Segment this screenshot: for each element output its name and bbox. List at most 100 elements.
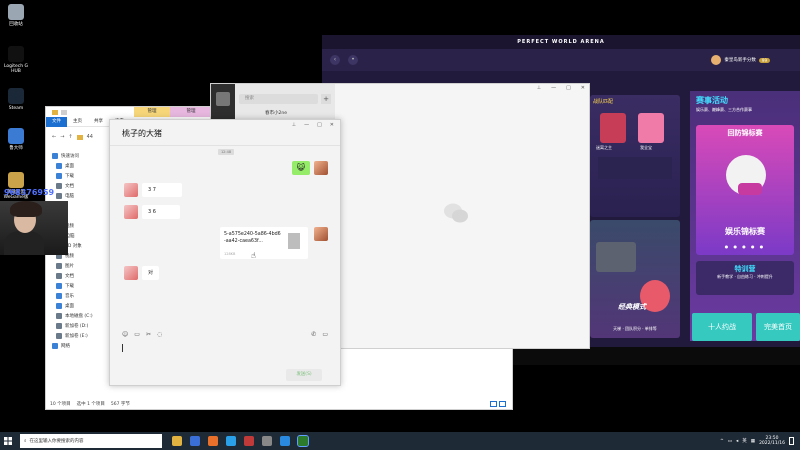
- status-size: 567 字节: [110, 402, 130, 407]
- close-icon[interactable]: ✕: [330, 122, 334, 128]
- ribbon-tab[interactable]: 主页: [67, 117, 88, 127]
- chat-window[interactable]: 桃子的大猪 ⊥ — □ ✕ 12:48 😺 3 7 3 6 5-a575e240…: [109, 119, 341, 386]
- desktop-icon[interactable]: Logitech G HUB: [2, 46, 30, 74]
- quick-access-icon[interactable]: [61, 109, 67, 115]
- taskbar-app-icon[interactable]: [244, 436, 254, 446]
- nav-item[interactable]: 网络: [46, 341, 110, 351]
- send-button[interactable]: 发送(S): [286, 369, 322, 381]
- view-toggle[interactable]: [490, 401, 506, 407]
- my-emoji-message[interactable]: 😺: [292, 161, 310, 175]
- up-icon[interactable]: ↑: [68, 134, 72, 140]
- add-button[interactable]: +: [321, 94, 331, 104]
- details-view-icon[interactable]: [490, 401, 497, 407]
- maximize-icon[interactable]: □: [566, 85, 571, 91]
- contact-avatar[interactable]: [124, 205, 138, 219]
- contact-avatar[interactable]: [124, 183, 138, 197]
- clock[interactable]: 23:50 2022/11/16: [759, 436, 785, 447]
- search-input[interactable]: 搜索: [239, 94, 318, 104]
- maximize-icon[interactable]: □: [317, 122, 322, 128]
- training-camp-card[interactable]: 特训营 新手教学 · 自由练习 · 冲刺提升: [696, 261, 794, 295]
- emoji-icon[interactable]: ☺: [122, 331, 128, 338]
- taskbar-app-icon[interactable]: [280, 436, 290, 446]
- minimize-icon[interactable]: —: [304, 122, 309, 128]
- minimize-icon[interactable]: —: [551, 85, 556, 91]
- folder-icon: [52, 109, 58, 115]
- perfect-home-button[interactable]: 完美首页: [756, 313, 800, 341]
- events-subtitle: 娱乐赛、巅峰赛、三方合作赛事: [696, 107, 752, 112]
- team-match-card[interactable]: 战队匹配 迷离之主 我全宝: [590, 95, 680, 217]
- nav-item[interactable]: 音乐: [46, 291, 110, 301]
- nav-item[interactable]: 下载: [46, 171, 110, 181]
- ribbon-tab[interactable]: 文件: [46, 116, 67, 127]
- taskbar-search[interactable]: ⌕ 在这里输入你要搜索的内容: [20, 434, 162, 448]
- classic-mode-card[interactable]: 经典模式 天梯 · 团队积分 · 单排等: [590, 220, 680, 338]
- taskbar-search-input[interactable]: 在这里输入你要搜索的内容: [30, 438, 84, 444]
- nav-item[interactable]: 文档: [46, 181, 110, 191]
- file-message[interactable]: 5-a575e240-5a86-4bd6-aa42-caea63f... 128…: [220, 227, 308, 259]
- tray-expand-icon[interactable]: ^: [720, 439, 724, 444]
- close-icon[interactable]: ✕: [581, 85, 585, 91]
- video-icon[interactable]: ▭: [322, 331, 328, 338]
- contact-avatar[interactable]: [124, 266, 138, 280]
- manage-tab-drive[interactable]: 管理: [134, 107, 170, 117]
- manage-tab-app[interactable]: 管理: [170, 107, 212, 117]
- folder-icon[interactable]: ▭: [134, 331, 140, 338]
- avatar[interactable]: [216, 92, 230, 106]
- nav-item[interactable]: 快速访问: [46, 151, 110, 161]
- my-avatar[interactable]: [314, 227, 328, 241]
- card-item-pink: [638, 113, 664, 143]
- volume-icon[interactable]: ◂: [736, 439, 738, 444]
- classic-mode-title: 经典模式: [618, 303, 646, 311]
- nav-item[interactable]: 下载: [46, 281, 110, 291]
- taskbar-app-icon[interactable]: [226, 436, 236, 446]
- nav-item[interactable]: 桌面: [46, 161, 110, 171]
- taskbar-app-icon[interactable]: [172, 436, 182, 446]
- desktop-icon[interactable]: Steam: [2, 88, 30, 111]
- desktop-icon[interactable]: 回收站: [2, 4, 30, 27]
- nav-item[interactable]: 新加卷 (D:): [46, 321, 110, 331]
- nav-item-label: 下载: [65, 284, 74, 289]
- carousel-dots[interactable]: ● ● ● ● ●: [696, 244, 794, 249]
- chat-message[interactable]: 对: [142, 266, 160, 280]
- pin-icon[interactable]: ⊥: [292, 122, 296, 128]
- nav-item[interactable]: 桌面: [46, 301, 110, 311]
- nav-item[interactable]: 电脑: [46, 191, 110, 201]
- back-icon[interactable]: ‹: [330, 55, 340, 65]
- taskbar-app-icon[interactable]: [262, 436, 272, 446]
- nav-item[interactable]: 文档: [46, 271, 110, 281]
- scissors-icon[interactable]: ✂: [146, 331, 151, 338]
- nav-item[interactable]: 本地磁盘 (C:): [46, 311, 110, 321]
- taskbar-app-icon[interactable]: [190, 436, 200, 446]
- nav-item[interactable]: 新加卷 (E:): [46, 331, 110, 341]
- events-title: 赛事活动: [696, 96, 728, 105]
- folder-icon: [56, 183, 62, 189]
- ribbon-tab[interactable]: 共享: [88, 117, 109, 127]
- entertainment-tournament-card[interactable]: 回防锦标赛 娱乐锦标赛 ● ● ● ● ●: [696, 125, 794, 255]
- chat-history-icon[interactable]: ◌: [157, 331, 162, 338]
- back-icon[interactable]: ←: [52, 134, 56, 140]
- pin-icon[interactable]: ⊥: [537, 85, 541, 91]
- folder-icon: [56, 173, 62, 179]
- battery-icon[interactable]: ▭: [728, 439, 732, 444]
- chat-message[interactable]: 3 7: [142, 183, 182, 197]
- status-item-count: 10 个项目: [50, 402, 71, 407]
- game-user[interactable]: 秦皇岛新手分数 99: [711, 55, 770, 65]
- chat-message[interactable]: 3 6: [142, 205, 180, 219]
- taskbar-app-icon[interactable]: [297, 435, 309, 447]
- classic-mode-tags: 天梯 · 团队积分 · 单排等: [613, 326, 657, 331]
- events-panel[interactable]: 赛事活动 娱乐赛、巅峰赛、三方合作赛事 回防锦标赛 娱乐锦标赛 ● ● ● ● …: [690, 91, 800, 341]
- nav-item[interactable]: 图片: [46, 261, 110, 271]
- message-input[interactable]: [122, 344, 123, 352]
- taskbar-app-icon[interactable]: [208, 436, 218, 446]
- forward-icon[interactable]: →: [60, 134, 64, 140]
- phone-icon[interactable]: ✆: [311, 331, 316, 338]
- home-icon[interactable]: •: [348, 55, 358, 65]
- large-icons-view-icon[interactable]: [499, 401, 506, 407]
- my-avatar[interactable]: [314, 161, 328, 175]
- ime-indicator[interactable]: 英: [742, 438, 747, 444]
- windows-start-icon[interactable]: [0, 432, 16, 450]
- notification-icon[interactable]: [789, 437, 794, 445]
- grid-icon[interactable]: ▦: [751, 439, 755, 444]
- desktop-icon[interactable]: 鲁大师: [2, 128, 30, 151]
- ten-player-match-button[interactable]: 十人约战: [692, 313, 752, 341]
